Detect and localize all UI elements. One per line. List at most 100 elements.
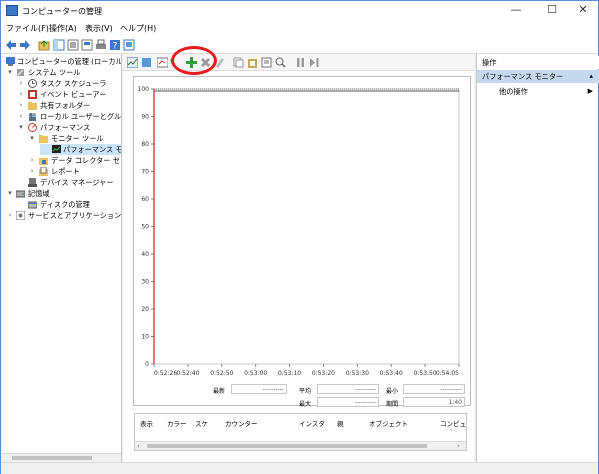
current-activity-icon[interactable] [127, 57, 138, 68]
show-hide-tree-icon[interactable] [53, 39, 65, 51]
x-tick-label: 0:53:10 [278, 370, 301, 377]
chevron-right-icon[interactable]: › [17, 78, 25, 89]
duration-value: 1:40 [403, 397, 465, 407]
average-value: ---------- [317, 384, 379, 394]
y-tick-label: 0 [145, 361, 149, 368]
menu-file[interactable]: ファイル(F) [6, 23, 49, 34]
window-title: コンピューターの管理 [22, 7, 102, 16]
shared-folder-icon [28, 102, 37, 110]
minimize-button[interactable]: — [501, 3, 531, 19]
export-icon[interactable] [81, 39, 93, 51]
tree-item-label: 記憶域 [28, 189, 50, 198]
computer-management-icon [6, 57, 15, 66]
menu-help[interactable]: ヘルプ(H) [120, 23, 156, 34]
tree-item-data-collector-sets[interactable]: › データ コレクター セット [4, 155, 121, 166]
tree-item-monitoring-tools[interactable]: ▾ モニター ツール [4, 133, 121, 144]
column-header-show[interactable]: 表示 [140, 418, 153, 428]
tree-item-label: ディスクの管理 [40, 200, 90, 209]
clock-icon [28, 79, 37, 88]
storage-icon [16, 190, 25, 198]
tree-item-device-manager[interactable]: デバイス マネージャー [4, 177, 121, 188]
properties-icon[interactable] [261, 57, 272, 68]
tree-item-system-tools[interactable]: ▾ システム ツール [4, 67, 121, 78]
column-header-scale[interactable]: スケ [195, 418, 208, 428]
back-arrow-icon[interactable] [5, 39, 17, 51]
last-value: ---------- [231, 384, 287, 394]
tree-item-task-scheduler[interactable]: › タスク スケジューラ [4, 78, 121, 89]
up-folder-icon[interactable] [38, 39, 50, 51]
paste-counter-list-icon[interactable] [247, 57, 258, 68]
tree-item-storage[interactable]: ▾ 記憶域 [4, 188, 121, 199]
change-graph-type-icon[interactable] [157, 57, 168, 68]
tree-item-event-viewer[interactable]: › イベント ビューアー [4, 89, 121, 100]
menu-action[interactable]: 操作(A) [49, 23, 77, 34]
collapse-arrow-icon[interactable]: ▴ [589, 70, 593, 83]
y-tick-label: 40 [141, 251, 149, 258]
graph-area[interactable]: 100 90 80 70 60 50 40 30 20 10 0 0:52:26 0:52:40 0:5… [133, 76, 471, 406]
chevron-right-icon[interactable]: › [17, 89, 25, 100]
tree-item-label: タスク スケジューラ [40, 79, 107, 88]
tree-item-label: パフォーマンス [40, 123, 91, 132]
close-button[interactable]: ✕ [568, 3, 598, 19]
column-header-color[interactable]: カラー [167, 418, 187, 428]
zoom-icon[interactable] [275, 57, 286, 68]
tree-item-local-users-groups[interactable]: › ローカル ユーザーとグループ [4, 111, 121, 122]
copy-properties-icon[interactable] [233, 57, 244, 68]
x-tick-label: 0:52:50 [210, 370, 233, 377]
chevron-down-icon[interactable]: ▾ [6, 67, 14, 78]
maximum-label: 最大 [299, 401, 312, 408]
tree-item-shared-folders[interactable]: › 共有フォルダー [4, 100, 121, 111]
tree-item-reports[interactable]: › レポート [4, 166, 121, 177]
column-header-instance[interactable]: インスタ [299, 418, 325, 428]
properties-icon[interactable] [123, 39, 135, 51]
column-header-object[interactable]: オブジェクト [369, 418, 408, 428]
svg-text:?: ? [113, 42, 118, 52]
update-data-icon[interactable] [309, 57, 320, 68]
computer-management-window: コンピューターの管理 — ☐ ✕ ファイル(F) 操作(A) 表示(V) ヘルプ… [0, 0, 599, 474]
chevron-right-icon[interactable]: › [17, 111, 25, 122]
y-tick-label: 60 [141, 196, 149, 203]
chevron-down-icon[interactable]: ▾ [6, 188, 14, 199]
tree-item-label: モニター ツール [51, 134, 104, 143]
reports-icon [39, 167, 48, 176]
column-header-computer[interactable]: コンピュ [440, 418, 466, 428]
scroll-right-icon[interactable]: › [457, 442, 460, 450]
maximize-button[interactable]: ☐ [537, 3, 567, 19]
tree-item-performance-monitor[interactable]: パフォーマンス モニター [40, 144, 121, 155]
view-log-data-icon[interactable] [141, 57, 152, 68]
forward-arrow-icon[interactable] [19, 39, 31, 51]
chevron-right-icon[interactable]: › [6, 210, 14, 221]
tree-item-label: デバイス マネージャー [40, 178, 114, 187]
list-icon[interactable] [67, 39, 79, 51]
tree-item-services-applications[interactable]: › サービスとアプリケーション [4, 210, 122, 221]
table-horizontal-scrollbar[interactable]: ‹ › [135, 441, 466, 450]
tree-item-label: サービスとアプリケーション [28, 211, 122, 220]
chevron-down-icon[interactable]: ▾ [28, 133, 36, 144]
tree-item-performance[interactable]: ▾ パフォーマンス [4, 122, 121, 133]
tree-horizontal-scrollbar[interactable] [2, 453, 121, 462]
chevron-down-icon[interactable]: ▾ [17, 122, 25, 133]
tree-item-label: コンピューターの管理 (ローカル) [17, 57, 122, 66]
actions-section-performance-monitor[interactable]: パフォーマンス モニター ▴ [477, 70, 599, 83]
tree-item-computer-management[interactable]: コンピューターの管理 (ローカル) [4, 56, 122, 67]
title-bar: コンピューターの管理 — ☐ ✕ [1, 1, 598, 21]
chevron-right-icon[interactable]: › [17, 100, 25, 111]
column-header-counter[interactable]: カウンター [225, 418, 258, 428]
scroll-left-icon[interactable]: ‹ [137, 442, 140, 450]
freeze-display-icon[interactable] [295, 57, 306, 68]
x-tick-label: 0:52:40 [176, 370, 199, 377]
column-header-parent[interactable]: 親 [337, 418, 344, 428]
submenu-arrow-icon: ▶ [587, 87, 593, 95]
chevron-right-icon[interactable]: › [28, 155, 36, 166]
help-icon[interactable]: ? [109, 39, 121, 51]
y-tick-label: 70 [141, 169, 149, 176]
data-collector-icon [39, 158, 48, 165]
main-toolbar: ? [1, 36, 598, 54]
disk-icon [28, 201, 37, 209]
menu-view[interactable]: 表示(V) [85, 23, 113, 34]
tree-item-disk-management[interactable]: ディスクの管理 [4, 199, 121, 210]
chevron-right-icon[interactable]: › [28, 166, 36, 177]
print-icon[interactable] [95, 39, 107, 51]
counter-table: 表示 カラー スケ カウンター インスタ 親 オブジェクト コンピュ ‹ › [134, 413, 467, 451]
actions-more-actions[interactable]: 他の操作 ▶ [477, 85, 599, 98]
